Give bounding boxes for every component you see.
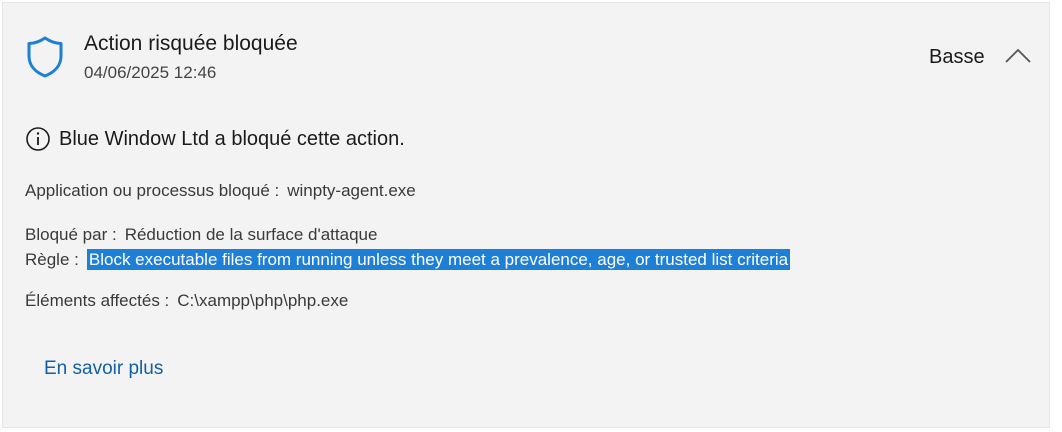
rule-label: Règle : xyxy=(25,250,79,269)
blocked-by-row: Bloqué par : Réduction de la surface d'at… xyxy=(25,225,377,245)
blocked-app-row: Application ou processus bloqué : winpty-… xyxy=(25,181,416,201)
affected-items-row: Éléments affectés : C:\xampp\php\php.exe xyxy=(25,291,348,311)
alert-title: Action risquée bloquée xyxy=(84,32,298,55)
info-message: Blue Window Ltd a bloqué cette action. xyxy=(59,127,405,150)
learn-more-link[interactable]: En savoir plus xyxy=(44,358,163,380)
chevron-up-icon[interactable] xyxy=(1003,44,1033,68)
rule-row: Règle : Block executable files from runni… xyxy=(25,249,791,270)
severity-label: Basse xyxy=(929,46,985,68)
info-row: Blue Window Ltd a bloqué cette action. xyxy=(25,126,405,152)
affected-items-label: Éléments affectés : xyxy=(25,291,170,310)
blocked-by-label: Bloqué par : xyxy=(25,225,117,244)
shield-icon xyxy=(27,36,63,78)
info-icon xyxy=(26,127,50,151)
blocked-by-value: Réduction de la surface d'attaque xyxy=(124,225,378,244)
blocked-app-value: winpty-agent.exe xyxy=(287,181,416,200)
affected-items-value: C:\xampp\php\php.exe xyxy=(177,291,349,310)
alert-timestamp: 04/06/2025 12:46 xyxy=(84,63,217,82)
blocked-app-label: Application ou processus bloqué : xyxy=(25,181,280,200)
threat-card: Action risquée bloquée 04/06/2025 12:46 … xyxy=(2,2,1050,428)
rule-value[interactable]: Block executable files from running unle… xyxy=(86,249,791,270)
